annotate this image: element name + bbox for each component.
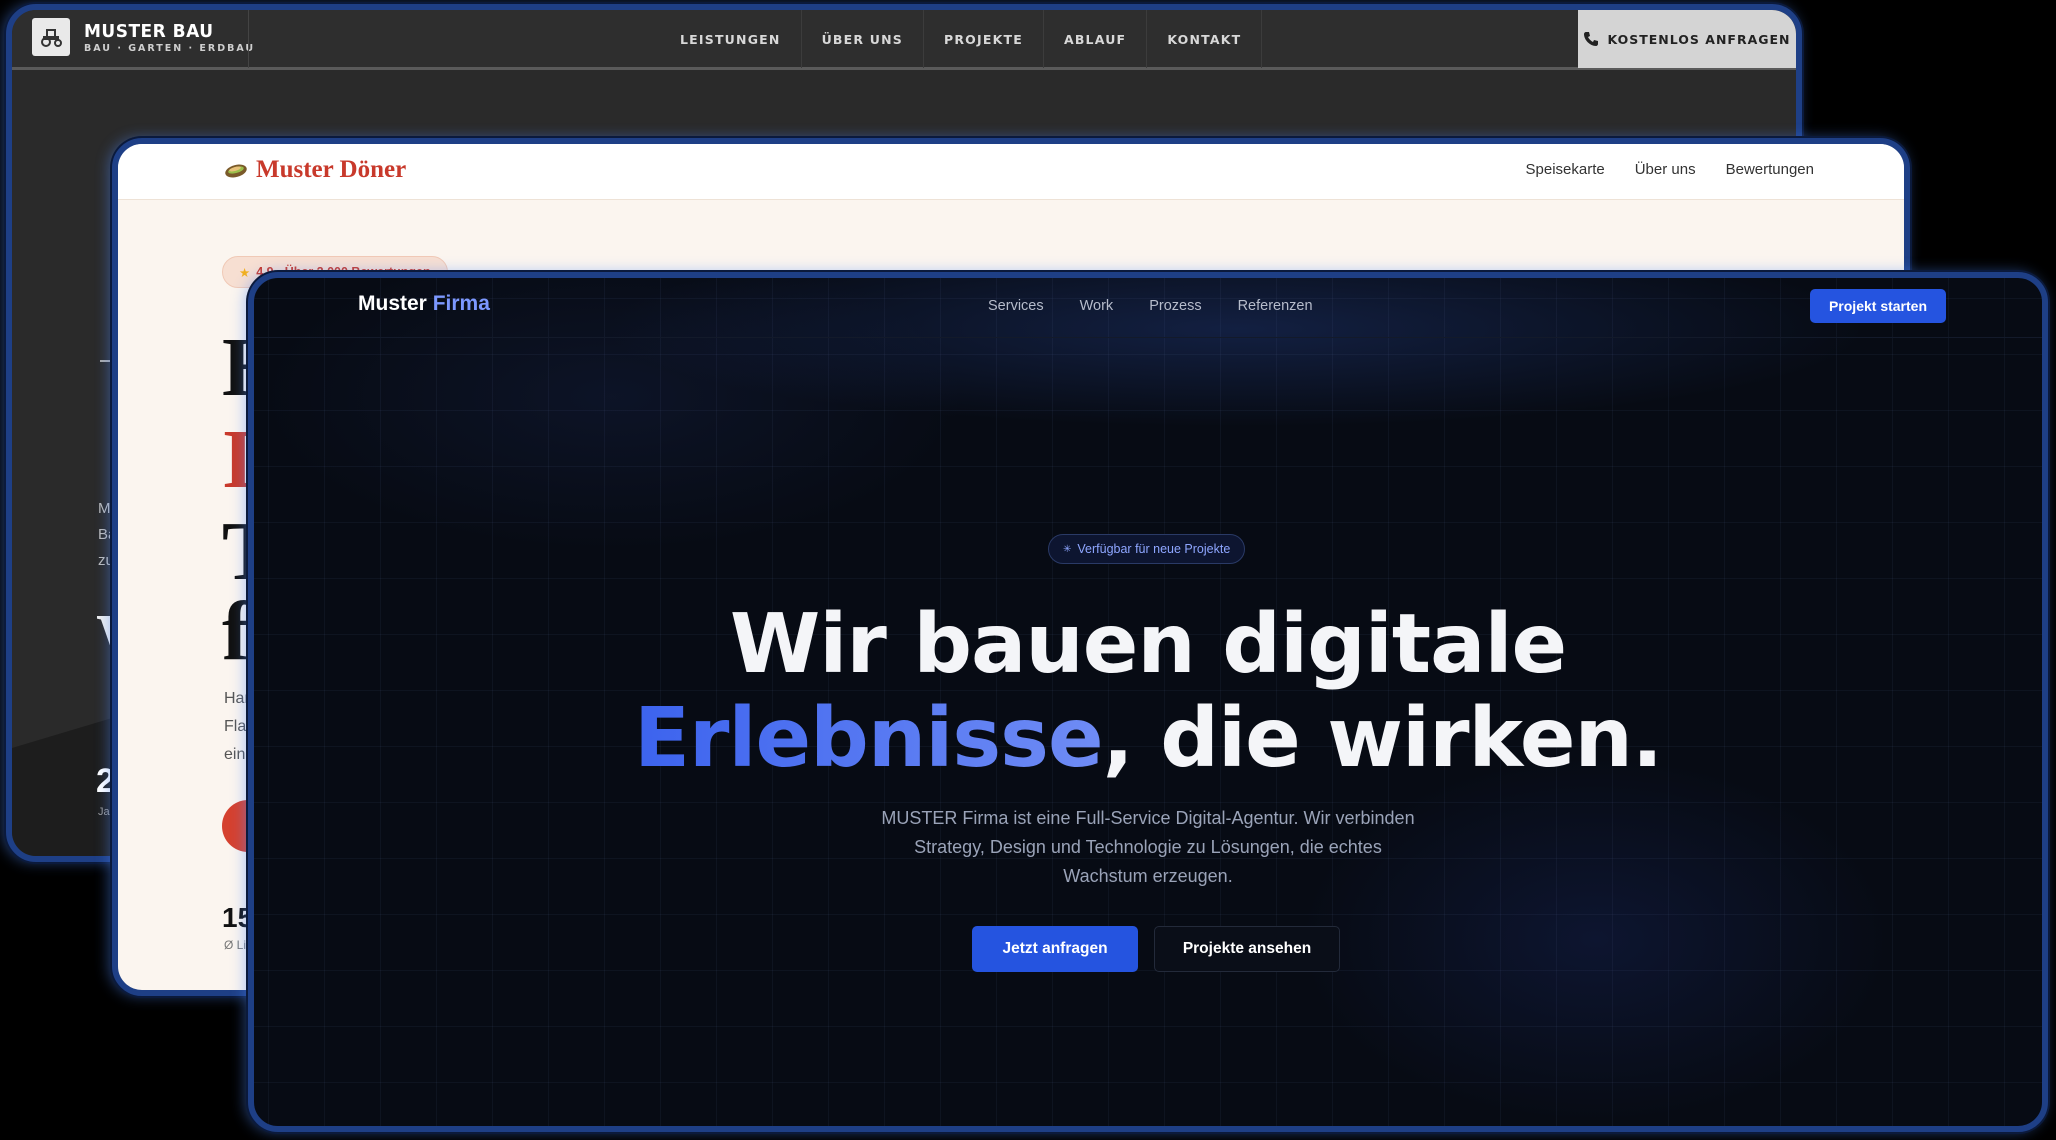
bau-menu-projekte[interactable]: PROJEKTE (924, 10, 1044, 68)
doener-brand-name: Muster Döner (256, 156, 407, 183)
bau-menu-kontakt[interactable]: KONTAKT (1147, 10, 1263, 68)
tractor-logo-icon[interactable] (32, 18, 70, 56)
bau-menu: LEISTUNGEN ÜBER UNS PROJEKTE ABLAUF KONT… (660, 10, 1263, 68)
doener-menu-ueber-uns[interactable]: Über uns (1635, 161, 1696, 178)
doener-desc-line: ein (224, 746, 246, 763)
hero-subtitle-line: MUSTER Firma ist eine Full-Service Digit… (881, 808, 1415, 828)
doener-menu: Speisekarte Über uns Bewertungen (1526, 161, 1815, 178)
doener-icon (225, 164, 247, 178)
hero-headline-rest: , die wirken. (1102, 691, 1663, 786)
firma-brand-accent: Firma (432, 292, 490, 315)
doener-menu-bewertungen[interactable]: Bewertungen (1726, 161, 1814, 178)
projekt-starten-button[interactable]: Projekt starten (1810, 289, 1946, 323)
doener-navbar: Muster Döner Speisekarte Über uns Bewert… (118, 144, 1904, 200)
bau-menu-ueber-uns[interactable]: ÜBER UNS (802, 10, 924, 68)
bau-cta-label: KOSTENLOS ANFRAGEN (1607, 31, 1791, 47)
hero-subtitle-line: Strategy, Design und Technologie zu Lösu… (914, 837, 1382, 857)
firma-brand[interactable]: Muster Firma (358, 292, 490, 316)
star-icon: ★ (239, 265, 251, 280)
hero-subtitle-line: Wachstum erzeugen. (1063, 866, 1233, 886)
doener-logo[interactable]: Muster Döner (224, 156, 406, 184)
availability-badge-label: Verfügbar für neue Projekte (1077, 542, 1231, 556)
firma-menu-referenzen[interactable]: Referenzen (1238, 298, 1313, 314)
firma-navbar: Muster Firma Services Work Prozess Refer… (254, 278, 2042, 338)
phone-icon (1584, 32, 1599, 46)
bau-navbar: MUSTER BAU BAU · GARTEN · ERDBAU LEISTUN… (12, 10, 1796, 70)
firma-menu-services[interactable]: Services (988, 298, 1044, 314)
bau-menu-leistungen[interactable]: LEISTUNGEN (660, 10, 802, 68)
firma-brand-main: Muster (358, 292, 427, 315)
hero-headline-line1: Wir bauen digitale (729, 597, 1567, 692)
window-muster-firma: Muster Firma Services Work Prozess Refer… (248, 272, 2048, 1132)
sparkle-icon: ✳ (1063, 543, 1072, 555)
doener-menu-speisekarte[interactable]: Speisekarte (1526, 161, 1605, 178)
firma-menu-prozess[interactable]: Prozess (1149, 298, 1201, 314)
jetzt-anfragen-button[interactable]: Jetzt anfragen (972, 926, 1138, 972)
bau-cta-button[interactable]: KOSTENLOS ANFRAGEN (1578, 10, 1796, 68)
hero-headline-accent: Erlebnisse (633, 691, 1104, 786)
bau-brand-name[interactable]: MUSTER BAU (84, 22, 214, 43)
nav-divider (248, 10, 249, 68)
bau-menu-ablauf[interactable]: ABLAUF (1044, 10, 1148, 68)
doener-headline-fragment: f (222, 585, 250, 678)
projekte-ansehen-button[interactable]: Projekte ansehen (1154, 926, 1340, 972)
hero-headline-line2: Erlebnisse, die wirken. (254, 698, 2042, 780)
availability-badge: ✳ Verfügbar für neue Projekte (1048, 534, 1246, 564)
bau-brand-tagline: BAU · GARTEN · ERDBAU (84, 43, 256, 54)
firma-menu: Services Work Prozess Referenzen (988, 298, 1313, 314)
firma-menu-work[interactable]: Work (1080, 298, 1114, 314)
